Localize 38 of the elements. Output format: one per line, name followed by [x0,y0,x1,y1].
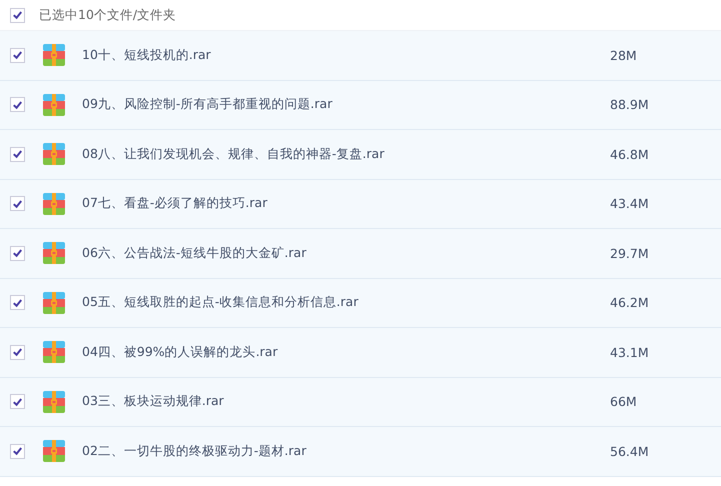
archive-icon [43,242,65,264]
file-size: 46.2M [610,295,649,310]
file-size: 43.4M [610,196,649,212]
checkbox[interactable] [10,246,25,261]
checkbox[interactable] [10,295,25,310]
archive-icon [43,192,65,215]
file-size: 29.7M [610,246,649,261]
archive-icon [43,440,65,462]
checkbox[interactable] [10,344,25,360]
file-size: 56.4M [610,444,649,459]
checkbox[interactable] [10,48,25,63]
file-name: 07七、看盘-必须了解的技巧.rar [82,195,268,212]
checkbox[interactable] [10,97,25,112]
file-name: 04四、被99%的人误解的龙头.rar [82,344,279,361]
file-size: 46.8M [610,146,649,162]
checkbox[interactable] [10,196,25,212]
file-size: 28M [610,48,637,63]
selection-count: 已选中10个文件/文件夹 [39,6,176,24]
checkbox[interactable] [10,8,25,22]
file-name: 03三、板块运动规律.rar [82,393,225,410]
file-size: 66M [610,394,637,410]
checkbox[interactable] [10,444,25,459]
file-name: 10十、短线投机的.rar [82,46,212,64]
file-name: 09九、风险控制-所有高手都重视的问题.rar [82,96,334,114]
archive-icon [43,94,65,116]
file-size: 88.9M [610,97,649,112]
archive-icon [43,292,65,314]
archive-icon [43,44,65,66]
checkbox[interactable] [10,146,25,162]
archive-icon [43,390,65,413]
file-size: 43.1M [610,344,649,360]
file-name: 05五、短线取胜的起点-收集信息和分析信息.rar [82,294,360,312]
file-name: 06六、公告战法-短线牛股的大金矿.rar [82,244,308,262]
archive-icon [43,143,65,166]
file-name: 08八、让我们发现机会、规律、自我的神器-复盘.rar [82,146,386,163]
file-name: 02二、一切牛股的终极驱动力-题材.rar [82,442,308,460]
checkbox[interactable] [10,394,25,410]
archive-icon [43,341,65,364]
